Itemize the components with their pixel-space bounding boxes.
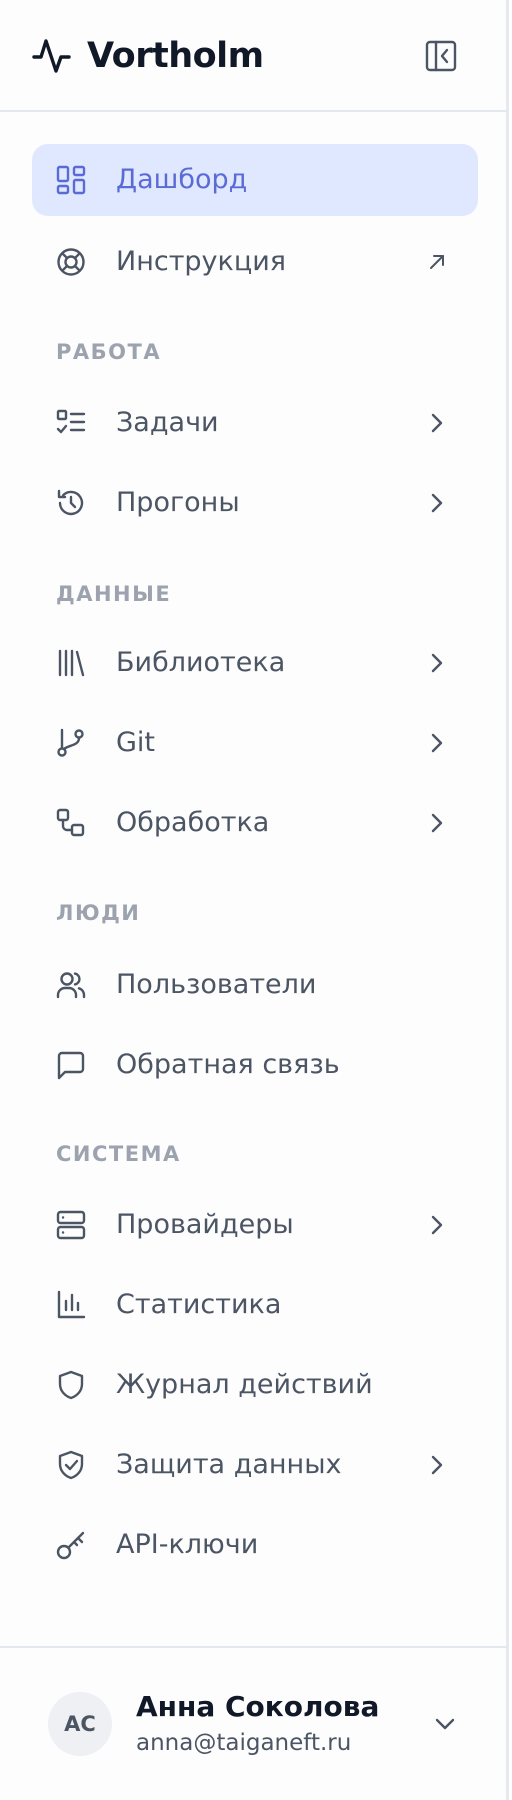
nav-item-git[interactable]: Git	[32, 707, 478, 779]
nav-item-dashboard[interactable]: Дашборд	[32, 144, 478, 216]
dashboard-grid-icon	[56, 165, 86, 195]
key-icon	[56, 1530, 86, 1560]
user-name: Анна Соколова	[136, 1690, 380, 1723]
nav-item-label: Git	[116, 727, 156, 758]
history-icon	[56, 488, 86, 518]
nav-item-data-protection[interactable]: Защита данных	[32, 1429, 478, 1501]
chevron-right-icon	[426, 412, 448, 434]
nav-item-label: Журнал действий	[116, 1369, 373, 1400]
nav-item-users[interactable]: Пользователи	[32, 949, 478, 1021]
external-arrow-icon	[428, 253, 446, 271]
shield-icon	[56, 1370, 86, 1400]
nav-item-label: Обработка	[116, 807, 270, 838]
sidebar: Vortholm Дашборд Инструкция РАБОТА Задач…	[0, 0, 509, 1800]
user-email: anna@taiganeft.ru	[136, 1730, 352, 1756]
app-title: Vortholm	[87, 36, 264, 76]
message-square-icon	[56, 1050, 86, 1080]
nav-item-tasks[interactable]: Задачи	[32, 387, 478, 459]
section-heading-system: СИСТЕМА	[56, 1142, 181, 1166]
nav-item-label: API-ключи	[116, 1529, 259, 1560]
avatar: АС	[48, 1692, 112, 1756]
nav-item-label: Инструкция	[116, 246, 287, 277]
nav-item-guide[interactable]: Инструкция	[32, 226, 478, 298]
nav-item-label: Дашборд	[116, 164, 248, 195]
chevron-right-icon	[426, 732, 448, 754]
section-heading-data: ДАННЫЕ	[56, 582, 172, 606]
nav-item-statistics[interactable]: Статистика	[32, 1269, 478, 1341]
nav-item-label: Провайдеры	[116, 1209, 294, 1240]
nav-item-label: Задачи	[116, 407, 219, 438]
users-icon	[56, 970, 86, 1000]
nav-item-runs[interactable]: Прогоны	[32, 467, 478, 539]
bar-chart-icon	[56, 1290, 86, 1320]
shield-check-icon	[56, 1450, 86, 1480]
nav-item-processing[interactable]: Обработка	[32, 787, 478, 859]
footer-divider	[0, 1646, 509, 1648]
workflow-icon	[56, 808, 86, 838]
nav-item-label: Пользователи	[116, 969, 317, 1000]
sidebar-collapse-icon[interactable]	[424, 39, 458, 73]
chevron-right-icon	[426, 1214, 448, 1236]
nav-item-label: Библиотека	[116, 647, 286, 678]
chevron-right-icon	[426, 812, 448, 834]
nav-item-audit-log[interactable]: Журнал действий	[32, 1349, 478, 1421]
nav-item-label: Прогоны	[116, 487, 240, 518]
library-icon	[56, 648, 86, 678]
section-heading-people: ЛЮДИ	[56, 901, 141, 925]
nav-item-label: Статистика	[116, 1289, 282, 1320]
git-branch-icon	[56, 728, 86, 758]
sidebar-header: Vortholm	[0, 0, 509, 112]
chevron-down-icon[interactable]	[430, 1712, 460, 1736]
activity-pulse-icon	[32, 36, 72, 76]
task-list-icon	[56, 408, 86, 438]
chevron-right-icon	[426, 492, 448, 514]
chevron-right-icon	[426, 1454, 448, 1476]
section-heading-work: РАБОТА	[56, 340, 162, 364]
nav-item-label: Обратная связь	[116, 1049, 340, 1080]
server-icon	[56, 1210, 86, 1240]
chevron-right-icon	[426, 652, 448, 674]
nav-item-label: Защита данных	[116, 1449, 342, 1480]
nav-item-providers[interactable]: Провайдеры	[32, 1189, 478, 1261]
lifebuoy-icon	[56, 247, 86, 277]
nav-item-feedback[interactable]: Обратная связь	[32, 1029, 478, 1101]
nav-item-api-keys[interactable]: API-ключи	[32, 1509, 478, 1581]
nav-item-library[interactable]: Библиотека	[32, 627, 478, 699]
